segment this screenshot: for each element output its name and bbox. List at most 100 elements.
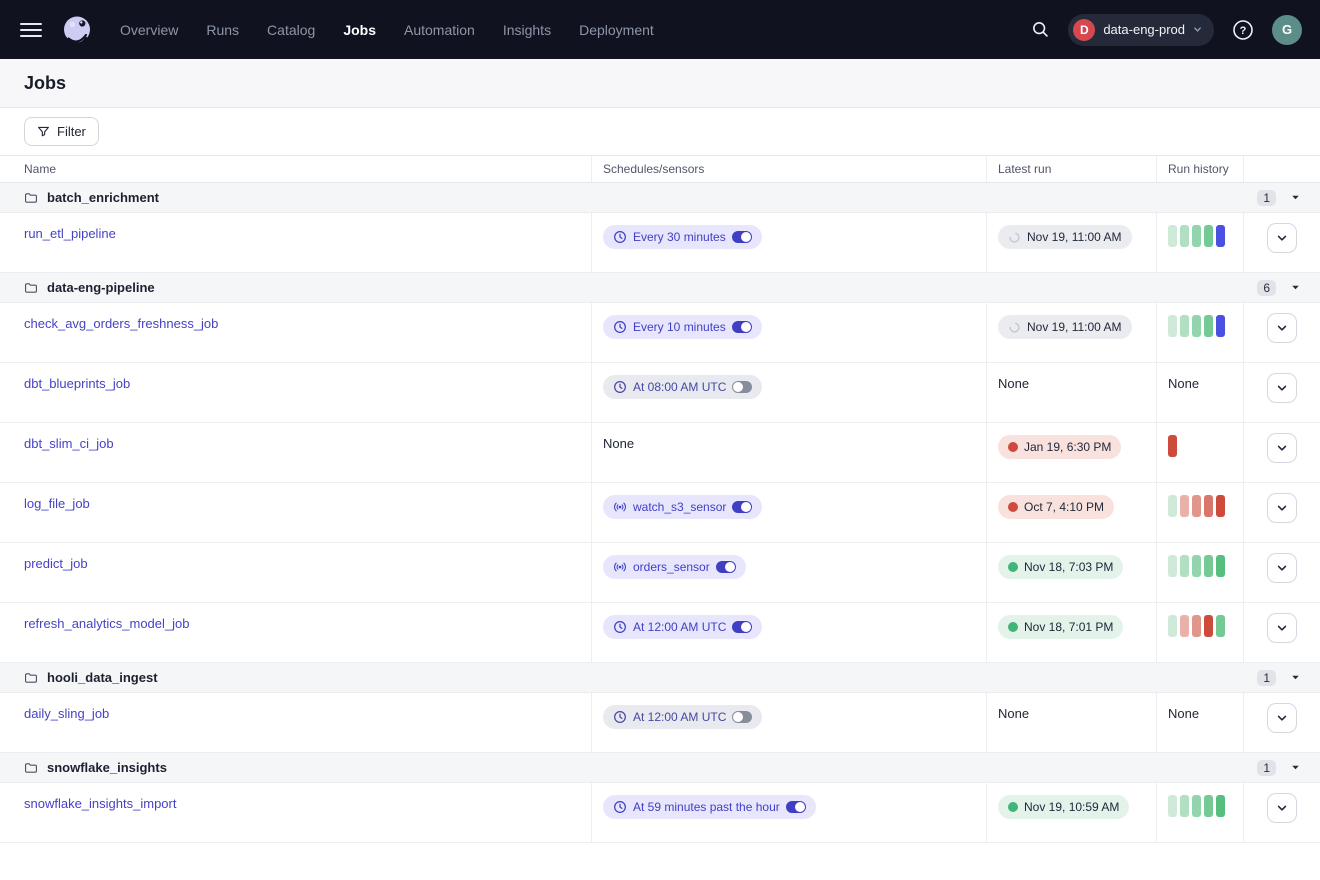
run-history-bar[interactable]	[1204, 225, 1213, 247]
run-history-bar[interactable]	[1168, 795, 1177, 817]
run-history-bar[interactable]	[1216, 495, 1225, 517]
latest-run-pill[interactable]: Oct 7, 4:10 PM	[998, 495, 1114, 519]
group-row[interactable]: data-eng-pipeline6	[0, 273, 1320, 303]
group-row[interactable]: hooli_data_ingest1	[0, 663, 1320, 693]
group-collapse-button[interactable]	[1289, 281, 1302, 294]
latest-run-pill[interactable]: Jan 19, 6:30 PM	[998, 435, 1121, 459]
run-history-bar[interactable]	[1180, 225, 1189, 247]
group-collapse-button[interactable]	[1289, 671, 1302, 684]
run-history-bar[interactable]	[1168, 555, 1177, 577]
run-history-bar[interactable]	[1192, 315, 1201, 337]
job-actions-button[interactable]	[1267, 703, 1297, 733]
job-actions-button[interactable]	[1267, 613, 1297, 643]
job-actions-button[interactable]	[1267, 433, 1297, 463]
run-history-bar[interactable]	[1204, 615, 1213, 637]
group-collapse-button[interactable]	[1289, 191, 1302, 204]
filter-button[interactable]: Filter	[24, 117, 99, 146]
job-name-link[interactable]: daily_sling_job	[24, 706, 109, 721]
run-history-bar[interactable]	[1192, 495, 1201, 517]
nav-item-deployment[interactable]: Deployment	[579, 18, 654, 42]
run-history-bar[interactable]	[1168, 315, 1177, 337]
nav-item-overview[interactable]: Overview	[120, 18, 178, 42]
latest-run-pill[interactable]: Nov 18, 7:01 PM	[998, 615, 1123, 639]
run-history-bar[interactable]	[1204, 795, 1213, 817]
schedule-pill[interactable]: At 12:00 AM UTC	[603, 705, 762, 729]
run-history-bar[interactable]	[1180, 615, 1189, 637]
run-history-bar[interactable]	[1192, 225, 1201, 247]
run-history-bar[interactable]	[1204, 555, 1213, 577]
run-history-bar[interactable]	[1180, 315, 1189, 337]
nav-item-jobs[interactable]: Jobs	[343, 18, 376, 42]
run-history-bar[interactable]	[1192, 795, 1201, 817]
job-name-link[interactable]: refresh_analytics_model_job	[24, 616, 189, 631]
toggle-on[interactable]	[732, 621, 752, 633]
nav-item-runs[interactable]: Runs	[206, 18, 239, 42]
run-history-bar[interactable]	[1180, 495, 1189, 517]
toggle-on[interactable]	[786, 801, 806, 813]
run-history-bar[interactable]	[1204, 495, 1213, 517]
run-history-bar[interactable]	[1216, 315, 1225, 337]
toggle-off[interactable]	[732, 381, 752, 393]
nav-item-automation[interactable]: Automation	[404, 18, 475, 42]
sensor-pill[interactable]: watch_s3_sensor	[603, 495, 762, 519]
job-actions-button[interactable]	[1267, 223, 1297, 253]
toggle-off[interactable]	[732, 711, 752, 723]
job-actions-button[interactable]	[1267, 493, 1297, 523]
group-row[interactable]: batch_enrichment1	[0, 183, 1320, 213]
group-collapse-button[interactable]	[1289, 761, 1302, 774]
user-avatar[interactable]: G	[1272, 15, 1302, 45]
hamburger-menu-icon[interactable]	[20, 23, 42, 37]
job-name-link[interactable]: dbt_blueprints_job	[24, 376, 130, 391]
run-history-bar[interactable]	[1192, 555, 1201, 577]
latest-run-pill[interactable]: Nov 19, 11:00 AM	[998, 315, 1132, 339]
job-name-link[interactable]: check_avg_orders_freshness_job	[24, 316, 218, 331]
job-name-link[interactable]: run_etl_pipeline	[24, 226, 116, 241]
nav-item-insights[interactable]: Insights	[503, 18, 551, 42]
schedule-pill[interactable]: At 08:00 AM UTC	[603, 375, 762, 399]
sensor-pill[interactable]: orders_sensor	[603, 555, 746, 579]
job-actions-button[interactable]	[1267, 313, 1297, 343]
schedule-pill[interactable]: Every 30 minutes	[603, 225, 762, 249]
job-actions-button[interactable]	[1267, 553, 1297, 583]
help-icon[interactable]: ?	[1228, 15, 1258, 45]
group-row[interactable]: snowflake_insights1	[0, 753, 1320, 783]
run-history-bar[interactable]	[1216, 795, 1225, 817]
schedule-pill[interactable]: At 59 minutes past the hour	[603, 795, 816, 819]
run-history-bar[interactable]	[1216, 225, 1225, 247]
run-history-bar[interactable]	[1204, 315, 1213, 337]
toggle-on[interactable]	[732, 231, 752, 243]
schedule-pill[interactable]: At 12:00 AM UTC	[603, 615, 762, 639]
toggle-on[interactable]	[732, 501, 752, 513]
run-history-bars[interactable]	[1168, 615, 1232, 637]
run-history-bar[interactable]	[1180, 555, 1189, 577]
run-history-bars[interactable]	[1168, 495, 1232, 517]
run-history-bar[interactable]	[1180, 795, 1189, 817]
nav-item-catalog[interactable]: Catalog	[267, 18, 315, 42]
schedule-pill[interactable]: Every 10 minutes	[603, 315, 762, 339]
toggle-on[interactable]	[732, 321, 752, 333]
run-history-bars[interactable]	[1168, 225, 1232, 247]
latest-run-pill[interactable]: Nov 19, 11:00 AM	[998, 225, 1132, 249]
job-actions-button[interactable]	[1267, 373, 1297, 403]
deployment-switcher[interactable]: D data-eng-prod	[1068, 14, 1214, 46]
run-history-bar[interactable]	[1168, 435, 1177, 457]
job-name-link[interactable]: snowflake_insights_import	[24, 796, 176, 811]
job-name-link[interactable]: dbt_slim_ci_job	[24, 436, 114, 451]
run-history-bar[interactable]	[1168, 615, 1177, 637]
run-history-bar[interactable]	[1168, 225, 1177, 247]
search-icon[interactable]	[1027, 16, 1054, 43]
run-history-bar[interactable]	[1216, 555, 1225, 577]
job-actions-button[interactable]	[1267, 793, 1297, 823]
run-history-bars[interactable]	[1168, 315, 1232, 337]
latest-run-pill[interactable]: Nov 18, 7:03 PM	[998, 555, 1123, 579]
toggle-on[interactable]	[716, 561, 736, 573]
run-history-bar[interactable]	[1216, 615, 1225, 637]
run-history-bars[interactable]	[1168, 435, 1232, 457]
run-history-bars[interactable]	[1168, 555, 1232, 577]
run-history-bar[interactable]	[1168, 495, 1177, 517]
run-history-bars[interactable]	[1168, 795, 1232, 817]
run-history-bar[interactable]	[1192, 615, 1201, 637]
latest-run-pill[interactable]: Nov 19, 10:59 AM	[998, 795, 1129, 819]
job-name-link[interactable]: log_file_job	[24, 496, 90, 511]
job-name-link[interactable]: predict_job	[24, 556, 88, 571]
